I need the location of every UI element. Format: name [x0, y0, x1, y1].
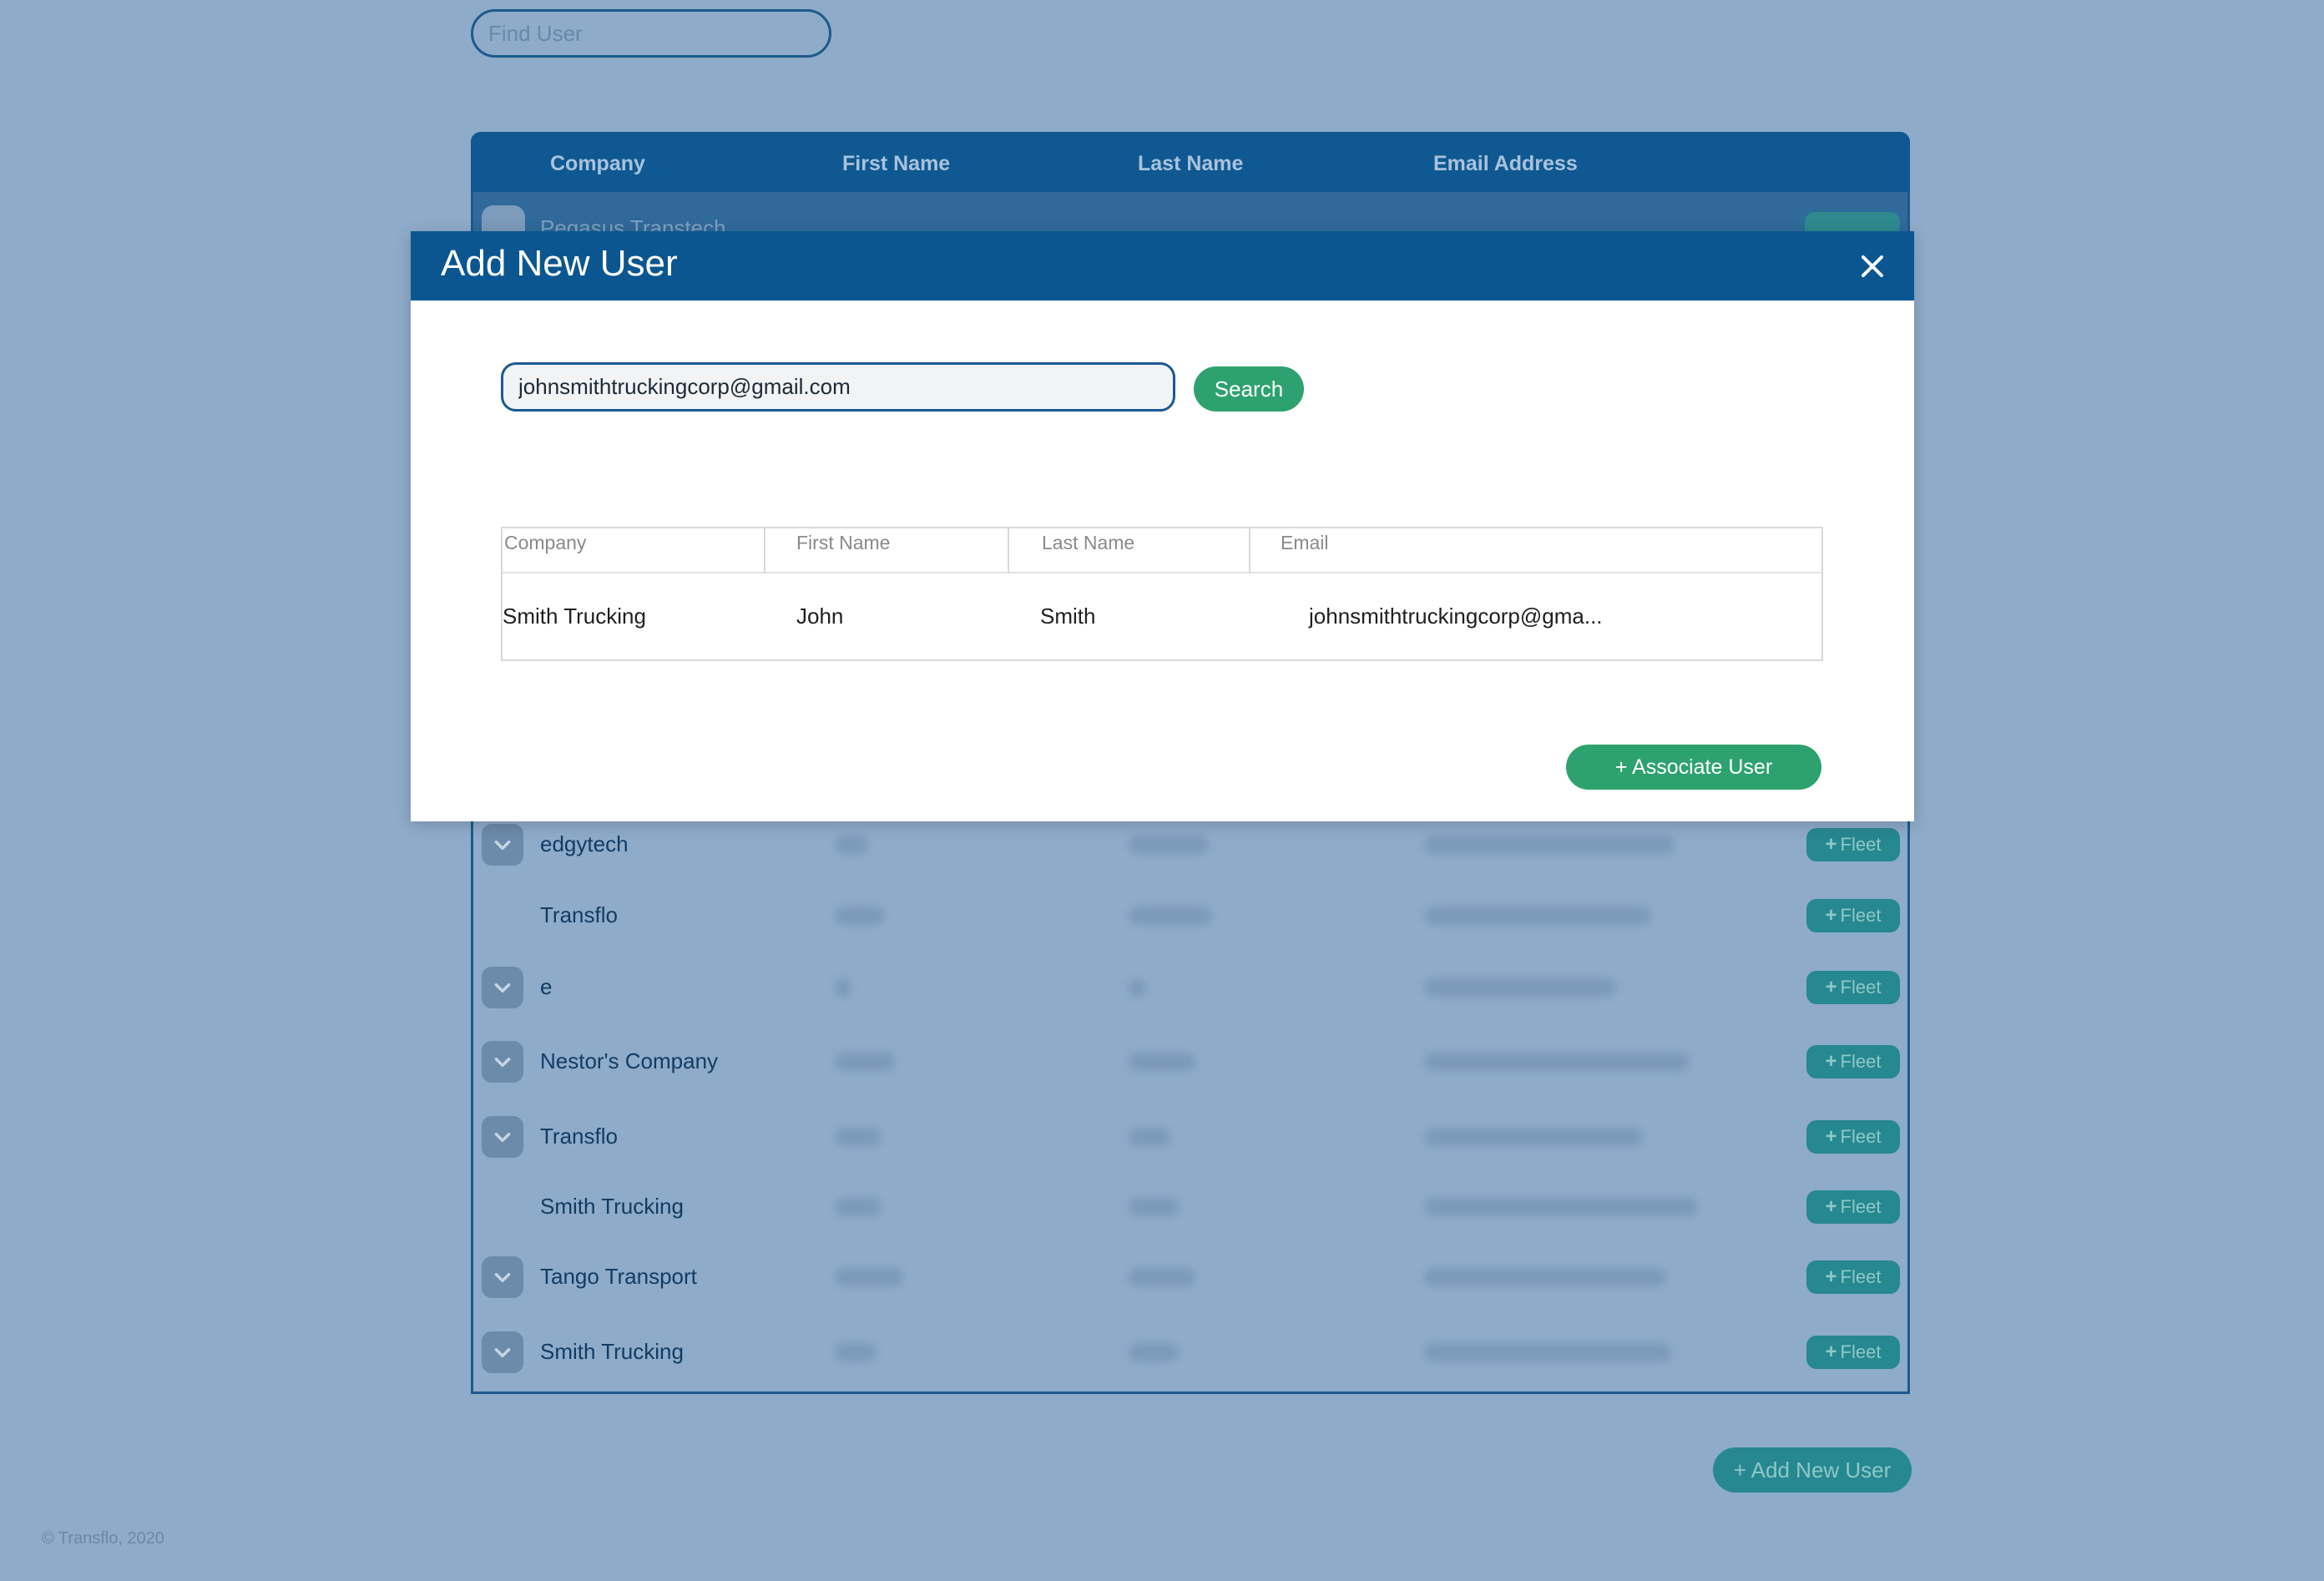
last-name-cell-redacted [1129, 1198, 1179, 1216]
last-name-cell-redacted [1129, 1053, 1195, 1071]
result-row[interactable]: Smith Trucking John Smith johnsmithtruck… [503, 575, 1821, 661]
first-name-cell-redacted [835, 1268, 903, 1286]
users-table-header: Company First Name Last Name Email Addre… [471, 132, 1910, 192]
company-cell: Smith Trucking [540, 1194, 684, 1219]
add-new-user-modal: Add New User Search Company First Name L… [411, 231, 1914, 821]
results-header-last-name: Last Name [1010, 528, 1250, 573]
plus-icon: + [1825, 1265, 1837, 1288]
result-company: Smith Trucking [503, 604, 646, 629]
chevron-down-icon [494, 1058, 511, 1068]
results-header-email: Email [1281, 532, 1329, 553]
plus-icon: + [1825, 1125, 1837, 1148]
plus-icon: + [1825, 976, 1837, 998]
chevron-down-icon [494, 983, 511, 993]
expand-row-button[interactable] [482, 1256, 523, 1298]
chevron-down-icon [494, 841, 511, 851]
result-last-name: Smith [1040, 604, 1096, 629]
close-icon [1862, 255, 1883, 277]
first-name-cell-redacted [835, 1198, 882, 1216]
email-cell-redacted [1424, 1268, 1666, 1286]
plus-icon: + [1825, 833, 1837, 856]
expand-row-button[interactable] [482, 1041, 523, 1083]
expand-row-button[interactable] [482, 1116, 523, 1158]
last-name-cell-redacted [1129, 1268, 1195, 1286]
result-email: johnsmithtruckingcorp@gma... [1309, 604, 1603, 629]
email-search-input[interactable] [501, 362, 1175, 412]
add-fleet-button[interactable]: + Fleet [1806, 1190, 1900, 1224]
copyright: © Transflo, 2020 [42, 1529, 165, 1548]
fleet-label: Fleet [1840, 1051, 1882, 1072]
company-cell: Transflo [540, 1124, 618, 1149]
associate-user-button[interactable]: + Associate User [1566, 745, 1821, 790]
chevron-down-icon [494, 1273, 511, 1283]
search-button[interactable]: Search [1194, 366, 1304, 412]
result-first-name: John [796, 604, 844, 629]
company-cell: e [540, 974, 553, 999]
fleet-label: Fleet [1840, 1196, 1882, 1217]
add-fleet-button[interactable]: + Fleet [1806, 1336, 1900, 1369]
add-fleet-button[interactable]: + Fleet [1806, 899, 1900, 932]
first-name-cell-redacted [835, 1343, 877, 1361]
plus-icon: + [1825, 1341, 1837, 1363]
table-row-partial: Pegasus Transtech [473, 192, 1907, 249]
first-name-cell-redacted [835, 1053, 895, 1071]
results-header-company: Company [503, 528, 765, 573]
last-name-cell-redacted [1129, 1343, 1179, 1361]
email-cell-redacted [1424, 978, 1616, 997]
find-user-input[interactable] [471, 9, 831, 58]
last-name-cell-redacted [1129, 836, 1209, 854]
email-cell-redacted [1424, 907, 1651, 925]
add-fleet-button[interactable]: + Fleet [1806, 1120, 1900, 1154]
fleet-label: Fleet [1840, 1126, 1882, 1147]
company-cell: Tango Transport [540, 1264, 697, 1289]
company-cell: Nestor's Company [540, 1048, 719, 1073]
fleet-label: Fleet [1840, 1266, 1882, 1287]
first-name-cell-redacted [835, 978, 851, 997]
header-first-name: First Name [842, 152, 951, 175]
first-name-cell-redacted [835, 907, 885, 925]
header-last-name: Last Name [1138, 152, 1244, 175]
expand-row-button[interactable] [482, 1331, 523, 1373]
plus-icon: + [1825, 904, 1837, 927]
email-cell-redacted [1424, 1198, 1698, 1216]
fleet-label: Fleet [1840, 977, 1882, 998]
company-cell: Transflo [540, 902, 618, 927]
header-company: Company [550, 152, 645, 175]
email-cell-redacted [1424, 836, 1675, 854]
results-header-first-name: First Name [766, 528, 1009, 573]
chevron-down-icon [494, 1348, 511, 1358]
last-name-cell-redacted [1129, 978, 1145, 997]
modal-title: Add New User [441, 243, 678, 284]
expand-row-button[interactable] [482, 824, 523, 866]
company-cell: Smith Trucking [540, 1339, 684, 1364]
header-email-address: Email Address [1433, 152, 1578, 175]
modal-header: Add New User [411, 231, 1914, 301]
last-name-cell-redacted [1129, 1128, 1170, 1146]
expand-row-button[interactable] [482, 967, 523, 1008]
add-fleet-button[interactable]: + Fleet [1806, 1045, 1900, 1078]
fleet-label: Fleet [1840, 1341, 1882, 1362]
plus-icon: + [1825, 1050, 1837, 1073]
chevron-down-icon [494, 1133, 511, 1143]
plus-icon: + [1825, 1195, 1837, 1218]
email-cell-redacted [1424, 1128, 1643, 1146]
email-cell-redacted [1424, 1343, 1671, 1361]
company-cell: edgytech [540, 831, 629, 856]
fleet-label: Fleet [1840, 834, 1882, 855]
search-results-table: Company First Name Last Name Email Smith… [501, 527, 1823, 661]
email-cell-redacted [1424, 1053, 1690, 1071]
close-button[interactable] [1854, 248, 1891, 285]
results-header: Company First Name Last Name Email [503, 528, 1821, 573]
last-name-cell-redacted [1129, 907, 1212, 925]
add-fleet-button[interactable]: + Fleet [1806, 971, 1900, 1004]
add-fleet-button[interactable]: + Fleet [1806, 1260, 1900, 1294]
first-name-cell-redacted [835, 836, 868, 854]
fleet-label: Fleet [1840, 905, 1882, 926]
add-fleet-button[interactable]: + Fleet [1806, 828, 1900, 861]
add-new-user-button[interactable]: + Add New User [1713, 1447, 1912, 1493]
first-name-cell-redacted [835, 1128, 882, 1146]
